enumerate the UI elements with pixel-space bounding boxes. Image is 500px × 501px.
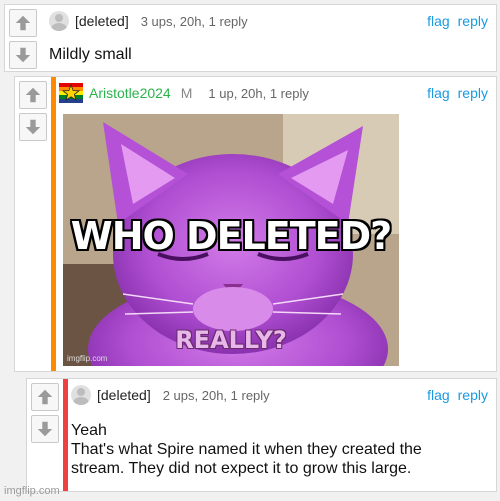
downvote-arrow-icon <box>15 47 31 63</box>
reply-link[interactable]: reply <box>458 387 488 403</box>
meme-bottom-text: REALLY? <box>175 326 287 354</box>
comment-line: stream. They did not expect it to grow t… <box>71 460 412 477</box>
comment-meta: 2 ups, 20h, 1 reply <box>162 387 270 403</box>
comment-actions: flag reply <box>427 85 488 101</box>
page-watermark: imgflip.com <box>4 485 60 497</box>
comment-header: [deleted] 3 ups, 20h, 1 reply flag reply <box>49 9 488 33</box>
comment-1: [deleted] 3 ups, 20h, 1 reply flag reply… <box>4 4 497 72</box>
downvote-button[interactable] <box>19 113 47 141</box>
thread-bar <box>63 379 68 491</box>
comment-meta: 3 ups, 20h, 1 reply <box>140 13 248 29</box>
upvote-button[interactable] <box>19 81 47 109</box>
upvote-button[interactable] <box>9 9 37 37</box>
username[interactable]: [deleted] <box>75 13 129 29</box>
comment-actions: flag reply <box>427 13 488 29</box>
comment-actions: flag reply <box>427 387 488 403</box>
comment-text: Mildly small <box>49 46 132 63</box>
rainbow-star-flag-icon <box>59 83 83 103</box>
avatar-icon <box>71 385 91 405</box>
flag-link[interactable]: flag <box>427 387 450 403</box>
meme-top-text: WHO DELETED? <box>70 214 392 258</box>
mod-badge: M <box>180 85 193 101</box>
flag-link[interactable]: flag <box>427 85 450 101</box>
downvote-button[interactable] <box>31 415 59 443</box>
downvote-arrow-icon <box>25 119 41 135</box>
upvote-arrow-icon <box>25 87 41 103</box>
thread-bar <box>51 77 56 371</box>
downvote-button[interactable] <box>9 41 37 69</box>
upvote-button[interactable] <box>31 383 59 411</box>
comment-meta: 1 up, 20h, 1 reply <box>208 85 309 101</box>
comment-header: [deleted] 2 ups, 20h, 1 reply flag reply <box>71 383 488 407</box>
meme-image[interactable]: WHO DELETED? REALLY? imgflip.com <box>63 114 399 366</box>
flag-link[interactable]: flag <box>427 13 450 29</box>
downvote-arrow-icon <box>37 421 53 437</box>
meme-watermark: imgflip.com <box>67 354 108 363</box>
reply-link[interactable]: reply <box>458 13 488 29</box>
comment-line: That's what Spire named it when they cre… <box>71 441 422 458</box>
reply-link[interactable]: reply <box>458 85 488 101</box>
avatar-icon <box>49 11 69 31</box>
username[interactable]: Aristotle2024 <box>89 85 171 101</box>
comment-header: Aristotle2024 M 1 up, 20h, 1 reply flag … <box>59 81 488 105</box>
comment-line: Yeah <box>71 422 107 439</box>
comment-text: Yeah That's what Spire named it when the… <box>71 421 422 478</box>
username[interactable]: [deleted] <box>97 387 151 403</box>
upvote-arrow-icon <box>15 15 31 31</box>
upvote-arrow-icon <box>37 389 53 405</box>
comment-3: [deleted] 2 ups, 20h, 1 reply flag reply… <box>26 378 497 492</box>
